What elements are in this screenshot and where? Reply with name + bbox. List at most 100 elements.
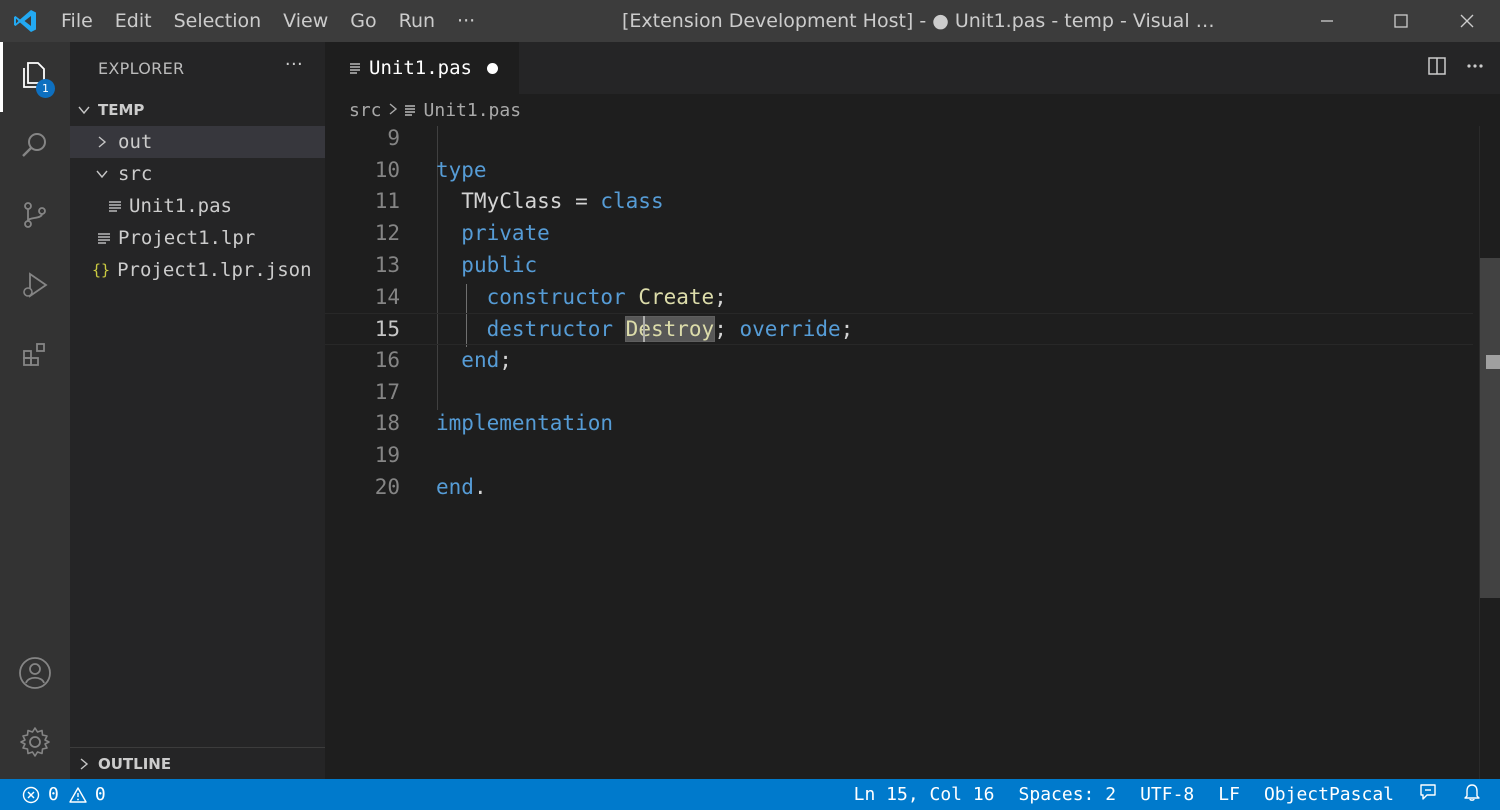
- extensions-icon: [20, 340, 50, 374]
- code-line[interactable]: 15 destructor Destroy; override;: [325, 313, 1473, 345]
- file-lines-icon: [97, 222, 111, 254]
- line-code: type: [436, 155, 487, 187]
- unsaved-dot-icon[interactable]: [487, 63, 498, 74]
- tree-item-label: Unit1.pas: [129, 195, 232, 217]
- identifier-token: Destroy: [624, 316, 716, 343]
- text-token: ;: [499, 347, 512, 372]
- tree-item-out[interactable]: out: [70, 126, 325, 158]
- status-problems[interactable]: 0 0: [0, 779, 106, 810]
- indentation[interactable]: Spaces: 2: [1007, 779, 1129, 810]
- end-of-line[interactable]: LF: [1206, 779, 1252, 810]
- file-lines-icon: [349, 61, 361, 75]
- text-token: ;: [714, 284, 727, 309]
- status-right: Ln 15, Col 16 Spaces: 2 UTF-8 LF ObjectP…: [842, 779, 1500, 810]
- window-title: [Extension Development Host] - ● Unit1.p…: [622, 10, 1215, 32]
- code-line[interactable]: 11 TMyClass = class: [325, 186, 1473, 218]
- split-editor-icon: [1427, 56, 1447, 81]
- split-editor-button[interactable]: [1418, 42, 1456, 94]
- keyword-token: override: [739, 317, 841, 342]
- code-line[interactable]: 9: [325, 126, 1473, 155]
- explorer-button[interactable]: 1: [0, 42, 70, 112]
- notifications-button[interactable]: [1450, 779, 1494, 810]
- explorer-more-actions-button[interactable]: ···: [285, 54, 303, 75]
- code-line[interactable]: 18 implementation: [325, 408, 1473, 440]
- code-line[interactable]: 16 end;: [325, 345, 1473, 377]
- cursor-position[interactable]: Ln 15, Col 16: [842, 779, 1007, 810]
- code-line[interactable]: 13 public: [325, 250, 1473, 282]
- line-number: 9: [387, 126, 400, 150]
- tab-unit1-pas[interactable]: Unit1.pas: [325, 42, 519, 94]
- keyword-token: end: [436, 474, 474, 499]
- json-file-icon: {}: [92, 261, 111, 279]
- bell-icon: [1462, 782, 1482, 807]
- file-lines-icon: [108, 190, 122, 222]
- breadcrumb-file[interactable]: Unit1.pas: [424, 100, 522, 121]
- code-line[interactable]: 17: [325, 377, 1473, 409]
- language-mode[interactable]: ObjectPascal: [1252, 779, 1406, 810]
- explorer-sidebar: EXPLORER ··· TEMP out src Unit1.pas Proj…: [70, 42, 325, 779]
- settings-button[interactable]: [0, 709, 70, 779]
- code-line[interactable]: 12 private: [325, 218, 1473, 250]
- line-number: 12: [374, 221, 400, 246]
- close-window-button[interactable]: [1442, 0, 1492, 42]
- outline-section[interactable]: OUTLINE: [70, 747, 325, 779]
- chevron-right-icon: [76, 748, 92, 780]
- menu-file[interactable]: File: [50, 0, 104, 42]
- tree-item-project1-lpr-json[interactable]: {} Project1.lpr.json: [70, 254, 325, 286]
- text-token: ;: [840, 317, 854, 342]
- feedback-button[interactable]: [1406, 779, 1450, 810]
- tree-item-label: Project1.lpr: [118, 227, 256, 249]
- keyword-token: end: [461, 347, 500, 372]
- code-line[interactable]: 14 constructor Create;: [325, 282, 1473, 314]
- menu-more[interactable]: ···: [446, 0, 486, 42]
- tab-label: Unit1.pas: [369, 57, 472, 79]
- minimize-button[interactable]: [1302, 0, 1352, 42]
- breadcrumb: src Unit1.pas: [325, 94, 1500, 126]
- menu-edit[interactable]: Edit: [104, 0, 163, 42]
- menu-run[interactable]: Run: [388, 0, 446, 42]
- explorer-title: EXPLORER: [98, 58, 185, 78]
- line-number: 11: [374, 189, 400, 214]
- menu-go[interactable]: Go: [339, 0, 387, 42]
- encoding[interactable]: UTF-8: [1128, 779, 1206, 810]
- workspace-folder-temp[interactable]: TEMP: [70, 94, 325, 126]
- search-button[interactable]: [0, 112, 70, 182]
- extensions-button[interactable]: [0, 322, 70, 392]
- accounts-button[interactable]: [0, 640, 70, 710]
- error-count: 0: [48, 784, 59, 805]
- keyword-token: public: [461, 252, 538, 277]
- code-editor[interactable]: 9 10 type 11 TMyClass = class 12 private 13 p…: [325, 126, 1500, 779]
- chevron-down-icon: [94, 158, 110, 190]
- ellipsis-icon: [1465, 56, 1485, 81]
- source-control-button[interactable]: [0, 182, 70, 252]
- editor-actions: [1418, 42, 1500, 94]
- keyword-token: private: [461, 221, 550, 246]
- code-line[interactable]: 20 end.: [325, 472, 1473, 504]
- line-number: 18: [374, 411, 400, 436]
- tree-item-src[interactable]: src: [70, 158, 325, 190]
- code-line[interactable]: 10 type: [325, 155, 1473, 187]
- editor-tabs: Unit1.pas: [325, 42, 1500, 94]
- explorer-header: EXPLORER ···: [70, 42, 325, 94]
- run-debug-button[interactable]: [0, 252, 70, 322]
- code-line[interactable]: 19: [325, 440, 1473, 472]
- more-actions-button[interactable]: [1456, 42, 1494, 94]
- tree-item-unit1-pas[interactable]: Unit1.pas: [70, 190, 325, 222]
- file-lines-icon: [404, 103, 416, 117]
- line-number: 13: [374, 252, 400, 277]
- menu-selection[interactable]: Selection: [163, 0, 273, 42]
- keyword-token: destructor: [486, 317, 614, 342]
- line-number: 20: [374, 474, 400, 499]
- maximize-button[interactable]: [1376, 0, 1426, 42]
- tree-item-project1-lpr[interactable]: Project1.lpr: [70, 222, 325, 254]
- vertical-scrollbar-thumb[interactable]: [1480, 258, 1500, 598]
- breadcrumb-src[interactable]: src: [349, 100, 382, 121]
- keyword-token: type: [436, 157, 487, 182]
- menu-view[interactable]: View: [272, 0, 339, 42]
- line-code: public: [436, 250, 537, 282]
- explorer-badge: 1: [36, 79, 55, 98]
